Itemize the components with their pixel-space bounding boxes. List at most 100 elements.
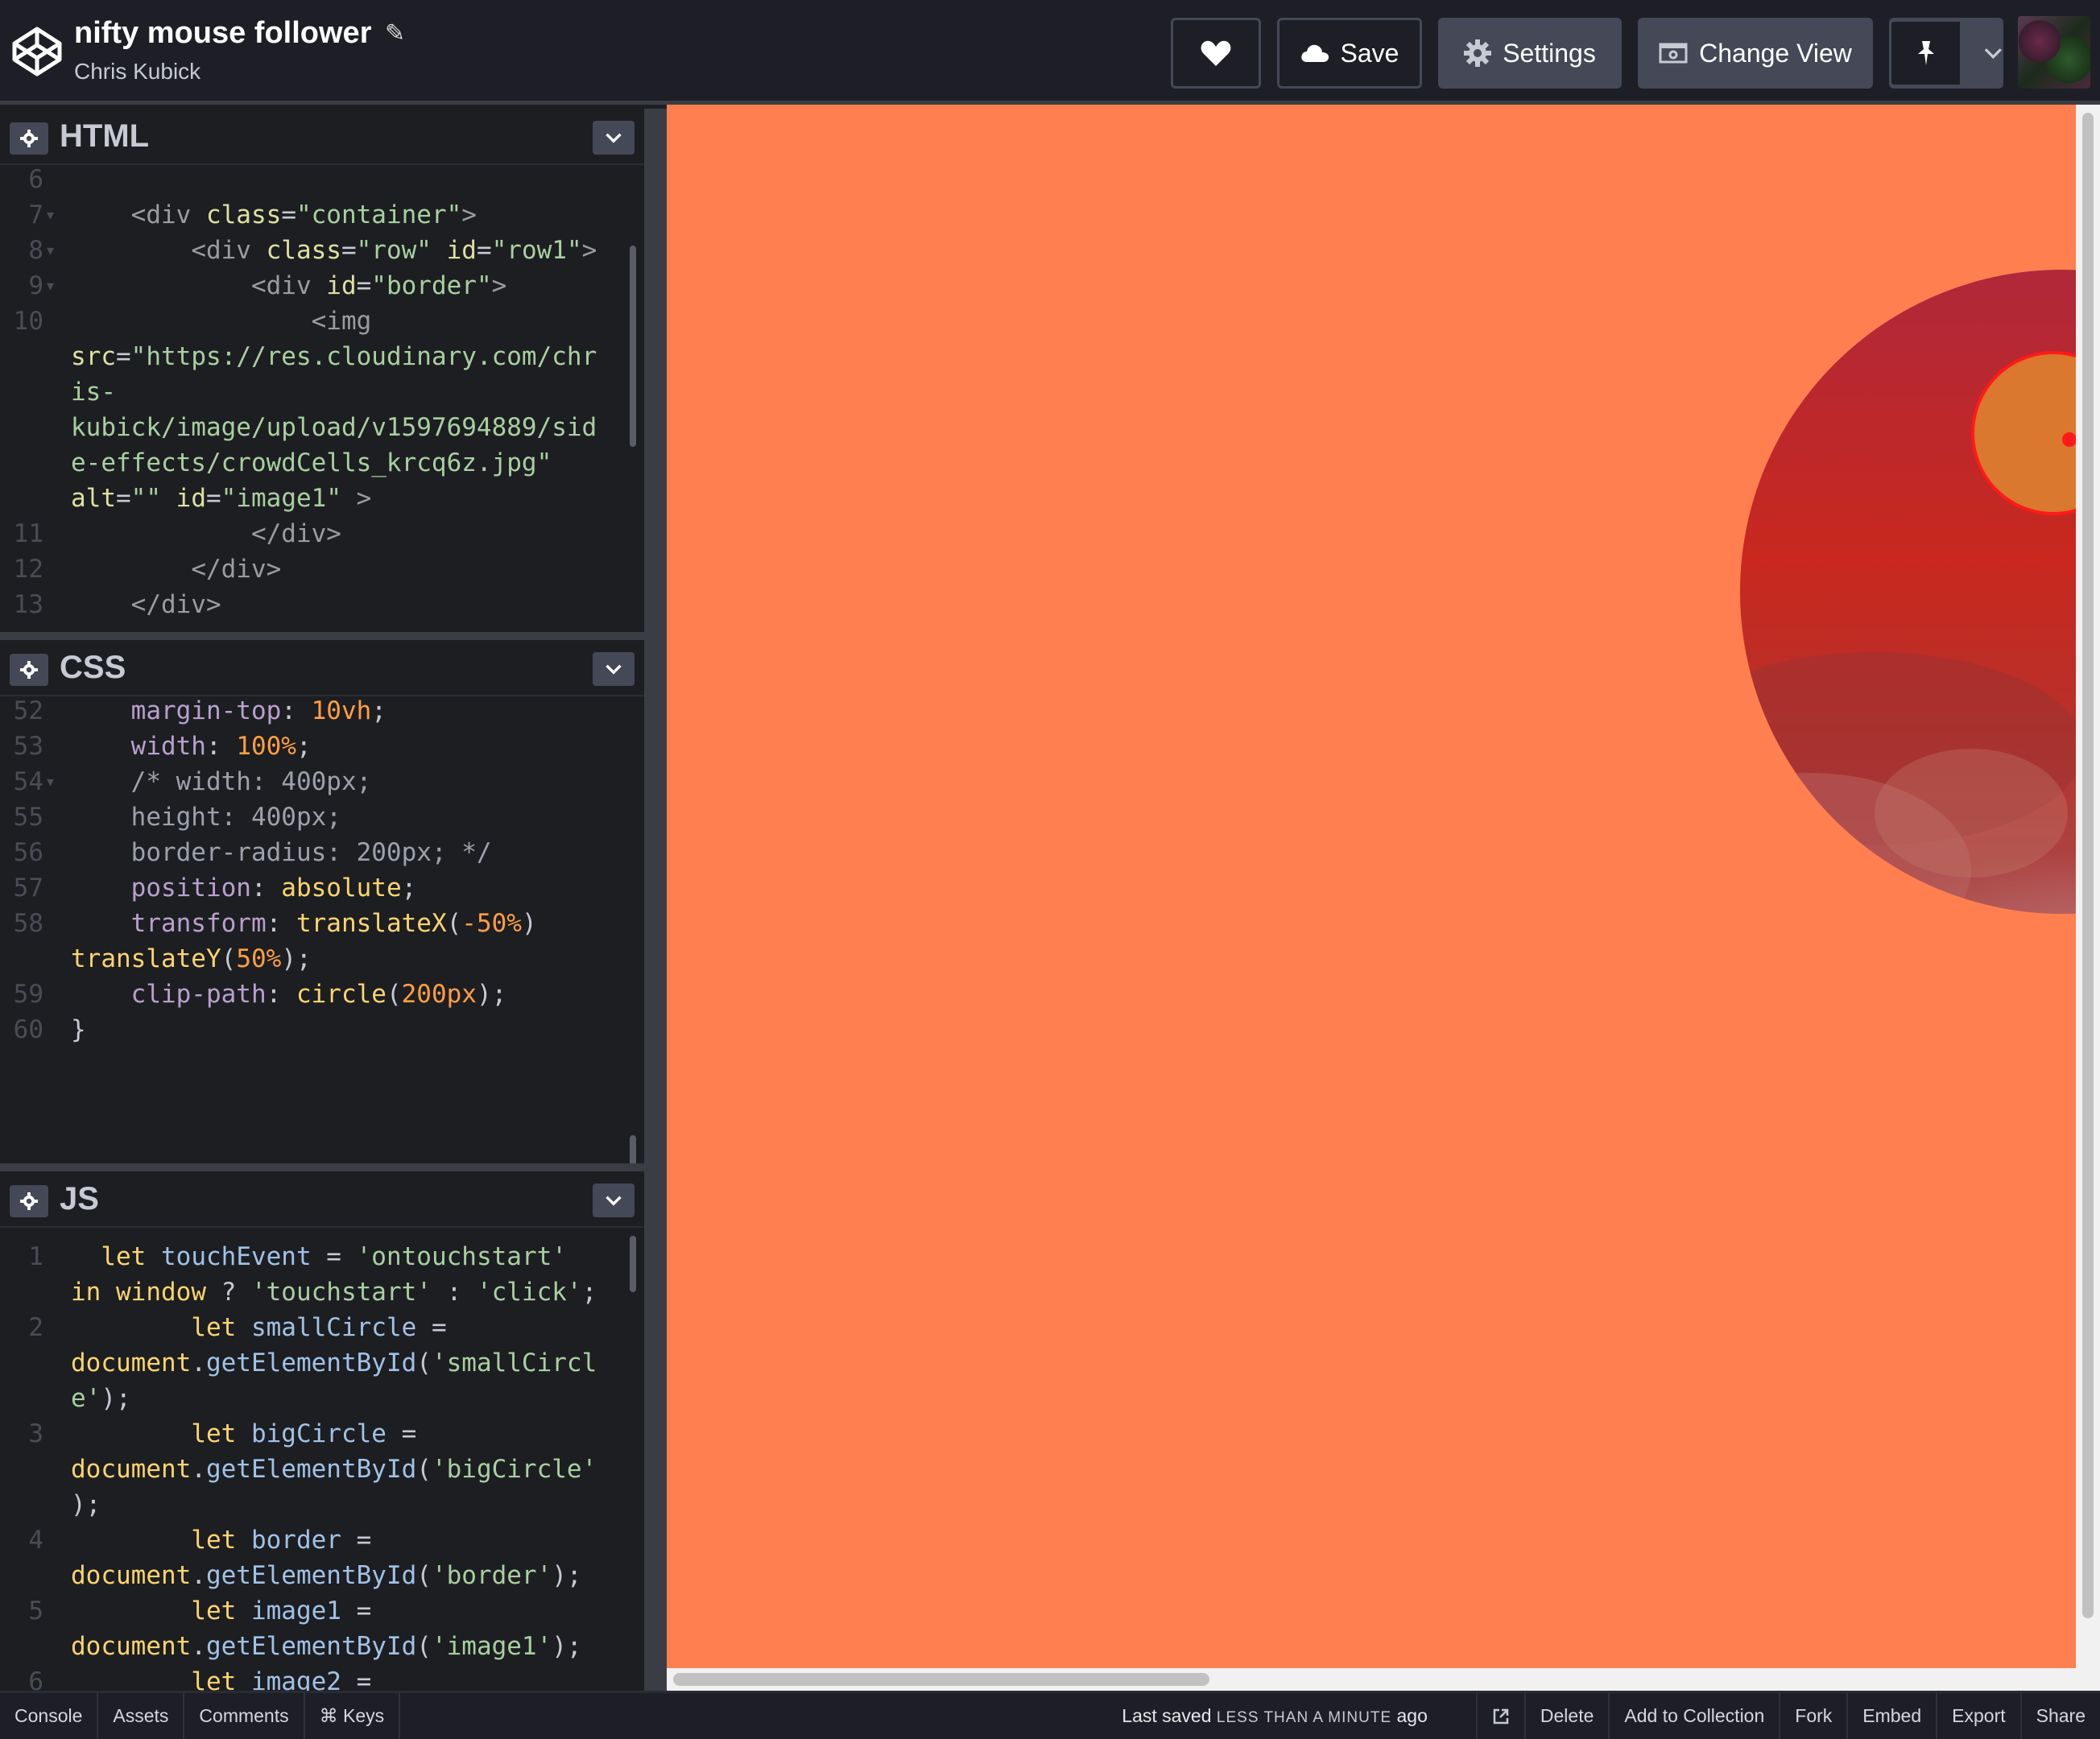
last-saved-status: Last saved LESS THAN A MINUTE ago: [1122, 1705, 1428, 1727]
code-line[interactable]: let border =: [71, 1526, 594, 1555]
cursor-dot: [2062, 432, 2077, 447]
code-line[interactable]: margin-top: 10vh;: [71, 696, 594, 725]
code-line[interactable]: document.getElementById('image1');: [71, 1632, 594, 1661]
html-settings-gear-icon[interactable]: [10, 122, 48, 155]
code-line[interactable]: <div id="border">: [71, 271, 594, 300]
embed-button[interactable]: Embed: [1846, 1691, 1936, 1739]
panel-resizer[interactable]: [0, 632, 644, 640]
pen-author[interactable]: Chris Kubick: [74, 59, 405, 85]
line-number: 57: [13, 874, 43, 903]
editor-column: HTML 6 7 ▾ <div class="container"> 8 ▾ <div …: [0, 109, 644, 1691]
code-line[interactable]: is-: [71, 378, 594, 407]
avatar[interactable]: [2018, 16, 2090, 89]
result-preview[interactable]: [667, 105, 2100, 1691]
line-number: 4: [28, 1526, 43, 1555]
js-code-area[interactable]: 1 let touchEvent = 'ontouchstart' in wind…: [0, 1228, 644, 1691]
code-line[interactable]: e-effects/crowdCells_krcq6z.jpg": [71, 448, 594, 477]
pin-icon: [1917, 41, 1934, 65]
code-line[interactable]: <div class="container">: [71, 200, 594, 229]
html-scrollbar[interactable]: [630, 246, 636, 447]
pin-menu-button[interactable]: [1889, 18, 2003, 89]
fold-toggle-icon[interactable]: ▾: [47, 242, 54, 259]
console-button[interactable]: Console: [0, 1691, 99, 1739]
code-line[interactable]: e');: [71, 1384, 594, 1413]
code-line[interactable]: position: absolute;: [71, 874, 594, 903]
code-line[interactable]: kubick/image/upload/v1597694889/sid: [71, 413, 597, 442]
codepen-logo-icon[interactable]: [11, 26, 63, 77]
css-panel-chevron-down-icon[interactable]: [593, 652, 635, 686]
fork-button[interactable]: Fork: [1779, 1691, 1846, 1739]
change-view-button[interactable]: Change View: [1638, 18, 1873, 89]
line-number: 2: [28, 1313, 43, 1342]
code-line[interactable]: clip-path: circle(200px);: [71, 980, 594, 1009]
line-number: 12: [13, 555, 43, 584]
heart-button[interactable]: [1171, 18, 1261, 89]
line-number: 13: [13, 590, 43, 619]
preview-horizontal-scrollbar-thumb[interactable]: [673, 1673, 1209, 1686]
line-number: 59: [13, 980, 43, 1009]
external-link-icon[interactable]: [1475, 1691, 1524, 1739]
html-code-area[interactable]: 6 7 ▾ <div class="container"> 8 ▾ <div class…: [0, 165, 644, 632]
code-line[interactable]: document.getElementById('bigCircle': [71, 1455, 597, 1484]
add-to-collection-button[interactable]: Add to Collection: [1608, 1691, 1779, 1739]
pencil-icon[interactable]: ✎: [385, 19, 405, 48]
code-line[interactable]: <img: [71, 307, 594, 336]
pen-title-block: nifty mouse follower ✎ Chris Kubick: [74, 16, 405, 85]
js-panel-chevron-down-icon[interactable]: [593, 1183, 635, 1217]
code-line[interactable]: document.getElementById('smallCircl: [71, 1349, 597, 1378]
code-line[interactable]: /* width: 400px;: [71, 767, 594, 796]
chevron-down-icon[interactable]: [1983, 47, 2003, 60]
code-line[interactable]: let bigCircle =: [71, 1419, 594, 1448]
code-line[interactable]: width: 100%;: [71, 732, 594, 761]
code-line[interactable]: document.getElementById('border');: [71, 1561, 594, 1590]
fold-toggle-icon[interactable]: ▾: [47, 207, 54, 224]
export-button[interactable]: Export: [1936, 1691, 2019, 1739]
panel-resizer[interactable]: [0, 1163, 644, 1171]
line-number: 7: [28, 200, 43, 229]
code-line[interactable]: let image1 =: [71, 1596, 594, 1625]
fold-toggle-icon[interactable]: ▾: [47, 278, 54, 295]
share-button[interactable]: Share: [2019, 1691, 2100, 1739]
code-line[interactable]: </div>: [71, 590, 594, 619]
css-code-area[interactable]: 52 margin-top: 10vh; 53 width: 100%; 54 ▾ /…: [0, 696, 644, 1163]
column-resizer[interactable]: [644, 109, 667, 1691]
code-line[interactable]: border-radius: 200px; */: [71, 838, 594, 867]
keys-button[interactable]: ⌘ Keys: [305, 1691, 401, 1739]
code-line[interactable]: let image2 =: [71, 1667, 594, 1691]
code-line[interactable]: );: [71, 1490, 594, 1519]
fold-toggle-icon[interactable]: ▾: [47, 774, 54, 791]
line-number: 6: [28, 1667, 43, 1691]
code-line[interactable]: transform: translateX(-50%): [71, 909, 594, 938]
js-scrollbar[interactable]: [630, 1236, 636, 1292]
code-line[interactable]: </div>: [71, 555, 594, 584]
code-line[interactable]: src="https://res.cloudinary.com/chr: [71, 342, 597, 371]
code-line[interactable]: <div class="row" id="row1">: [71, 236, 597, 265]
change-view-button-label: Change View: [1699, 38, 1852, 68]
code-line[interactable]: let smallCircle =: [71, 1313, 594, 1342]
code-line[interactable]: let touchEvent = 'ontouchstart': [71, 1242, 594, 1271]
pen-title[interactable]: nifty mouse follower: [74, 16, 371, 51]
code-line[interactable]: }: [71, 1015, 594, 1044]
js-settings-gear-icon[interactable]: [10, 1185, 48, 1217]
css-settings-gear-icon[interactable]: [10, 654, 48, 686]
comments-button[interactable]: Comments: [184, 1691, 305, 1739]
code-line[interactable]: </div>: [71, 519, 594, 548]
line-number: 1: [28, 1242, 43, 1271]
gear-icon: [1464, 39, 1492, 67]
settings-button[interactable]: Settings: [1438, 18, 1622, 89]
crowd-image-overlay: [1740, 652, 2100, 914]
css-scrollbar[interactable]: [630, 1135, 636, 1163]
editor-header: nifty mouse follower ✎ Chris Kubick Save…: [0, 0, 2100, 105]
settings-button-label: Settings: [1503, 38, 1596, 68]
code-line[interactable]: translateY(50%);: [71, 944, 594, 973]
assets-button[interactable]: Assets: [98, 1691, 185, 1739]
save-button[interactable]: Save: [1277, 18, 1422, 89]
html-panel-title: HTML: [60, 118, 150, 154]
code-line[interactable]: height: 400px;: [71, 803, 594, 832]
delete-button[interactable]: Delete: [1523, 1691, 1608, 1739]
preview-vertical-scrollbar-thumb[interactable]: [2082, 113, 2094, 1618]
pin-button[interactable]: [1889, 19, 1963, 87]
code-line[interactable]: in window ? 'touchstart' : 'click';: [71, 1278, 597, 1307]
html-panel-chevron-down-icon[interactable]: [593, 121, 635, 155]
code-line[interactable]: alt="" id="image1" >: [71, 484, 594, 513]
